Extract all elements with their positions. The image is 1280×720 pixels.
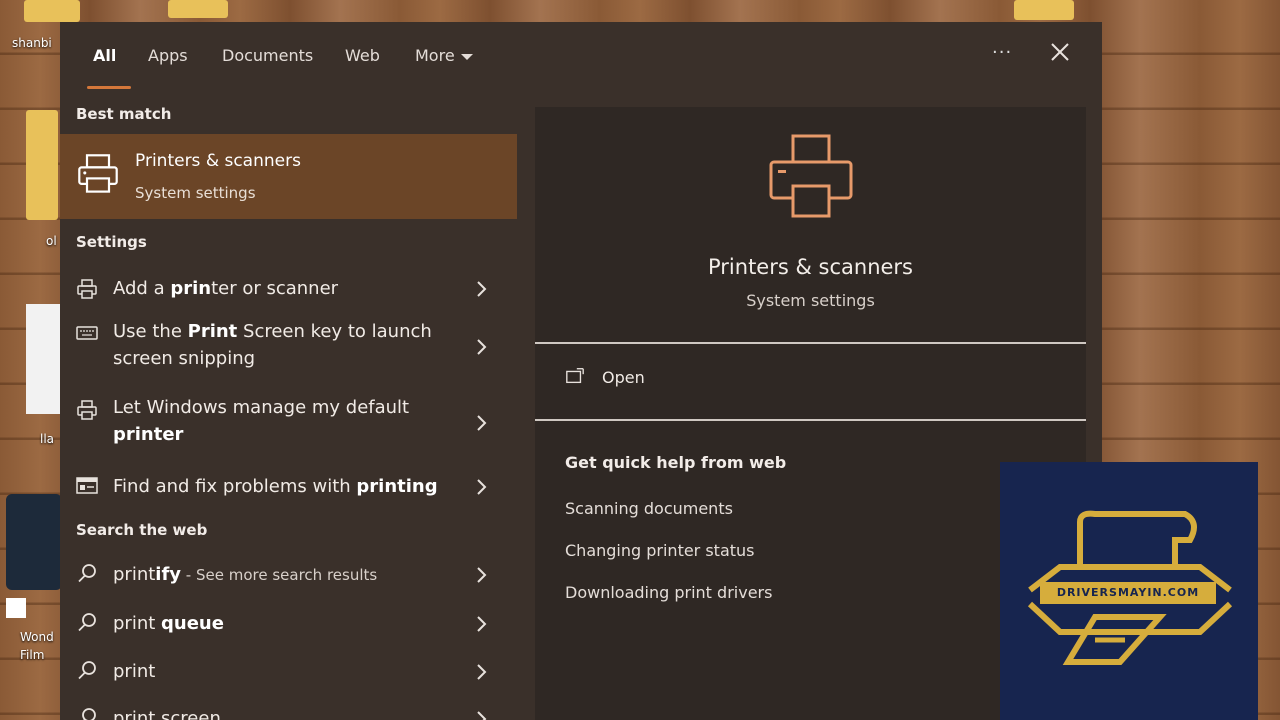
desktop-app-icon[interactable]	[6, 494, 62, 590]
settings-header: Settings	[76, 233, 147, 251]
web-result-print-screen[interactable]: print screen	[60, 702, 517, 720]
chevron-right-icon	[477, 339, 487, 355]
web-item-bold: queue	[161, 613, 224, 634]
caret-down-icon	[460, 53, 473, 60]
settings-item-bold: Print	[187, 321, 238, 342]
best-match-result[interactable]: Printers & scanners System settings	[60, 134, 517, 219]
desktop-icon-label[interactable]: ol	[46, 234, 57, 248]
desktop-document-icon[interactable]	[26, 304, 60, 414]
help-link-print-drivers[interactable]: Downloading print drivers	[565, 583, 772, 602]
desktop-icon-label[interactable]: shanbi	[12, 36, 52, 50]
help-link-printer-status[interactable]: Changing printer status	[565, 541, 755, 560]
settings-item-troubleshoot-printing[interactable]: Find and fix problems with printing	[60, 470, 517, 504]
settings-item-text: Add a	[113, 278, 171, 299]
troubleshoot-icon	[76, 477, 98, 494]
web-item-extra: - See more search results	[181, 566, 378, 584]
desktop-folder-icon[interactable]	[26, 110, 58, 220]
best-match-subtitle: System settings	[135, 184, 256, 202]
settings-item-default-printer[interactable]: Let Windows manage my default printer	[60, 394, 517, 454]
help-link-scanning[interactable]: Scanning documents	[565, 499, 733, 518]
search-web-header: Search the web	[76, 521, 208, 539]
best-match-title: Printers & scanners	[135, 151, 301, 171]
tab-more[interactable]: More	[415, 46, 473, 65]
settings-item-text: Screen key to launch	[237, 321, 432, 342]
quick-help-header: Get quick help from web	[565, 453, 787, 472]
web-item-text: print	[113, 564, 156, 585]
search-icon	[78, 661, 96, 680]
chevron-right-icon	[477, 711, 487, 720]
settings-item-text: ter or scanner	[211, 278, 339, 299]
settings-item-bold: printer	[113, 424, 184, 445]
settings-item-add-printer[interactable]: Add a printer or scanner	[60, 272, 517, 306]
chevron-right-icon	[477, 616, 487, 632]
settings-item-text: Let Windows manage my default	[113, 397, 410, 418]
desktop-icon-label[interactable]: Wond Film	[20, 628, 64, 664]
settings-item-text: Use the	[113, 321, 188, 342]
printer-icon	[77, 400, 97, 420]
more-options-button[interactable]: ···	[992, 42, 1012, 63]
web-item-text: print screen	[113, 708, 221, 720]
best-match-header: Best match	[76, 105, 172, 123]
search-tabs-bar: All Apps Documents Web More ···	[60, 22, 1102, 92]
desktop-folder-icon[interactable]	[1014, 0, 1074, 20]
open-label: Open	[602, 368, 645, 387]
chevron-right-icon	[477, 479, 487, 495]
preview-title: Printers & scanners	[708, 255, 913, 279]
search-panel: All Apps Documents Web More ··· Best mat…	[60, 22, 1102, 720]
printer-icon	[77, 279, 97, 299]
chevron-right-icon	[477, 664, 487, 680]
search-icon	[78, 564, 96, 583]
settings-item-print-screen[interactable]: Use the Print Screen key to launch scree…	[60, 318, 517, 378]
web-result-print[interactable]: print	[60, 655, 517, 689]
divider	[535, 342, 1086, 344]
tab-web[interactable]: Web	[345, 46, 380, 65]
desktop-icon-label[interactable]: lla	[40, 432, 54, 446]
web-item-bold: ify	[155, 564, 182, 585]
active-tab-indicator	[87, 86, 131, 89]
watermark-text: DRIVERSMAYIN.COM	[1040, 582, 1216, 604]
watermark-logo: DRIVERSMAYIN.COM	[1000, 462, 1258, 720]
chevron-right-icon	[477, 415, 487, 431]
preview-subtitle: System settings	[746, 291, 875, 310]
desktop-folder-icon[interactable]	[24, 0, 80, 22]
printer-icon	[769, 134, 853, 218]
settings-item-text: screen snipping	[113, 348, 256, 369]
tab-documents[interactable]: Documents	[222, 46, 313, 65]
settings-item-bold: printing	[356, 476, 438, 497]
settings-item-bold: prin	[170, 278, 212, 299]
divider	[535, 419, 1086, 421]
search-icon	[78, 613, 96, 632]
tab-apps[interactable]: Apps	[148, 46, 188, 65]
web-result-print-queue[interactable]: print queue	[60, 607, 517, 641]
web-item-text: print	[113, 613, 162, 634]
web-result-printify[interactable]: printify - See more search results	[60, 558, 517, 592]
search-icon	[82, 708, 96, 720]
results-list: Best match Printers & scanners System se…	[60, 92, 517, 720]
printer-icon	[78, 154, 118, 193]
desktop-folder-icon[interactable]	[168, 0, 228, 18]
shortcut-arrow-icon	[6, 598, 26, 618]
settings-item-text: Find and fix problems with	[113, 476, 357, 497]
tab-more-label: More	[415, 46, 455, 65]
close-icon[interactable]	[1048, 40, 1072, 64]
keyboard-icon	[76, 326, 98, 340]
web-item-text: print	[113, 661, 156, 682]
chevron-right-icon	[477, 281, 487, 297]
open-window-icon	[566, 368, 584, 384]
tab-all[interactable]: All	[93, 46, 116, 65]
chevron-right-icon	[477, 567, 487, 583]
